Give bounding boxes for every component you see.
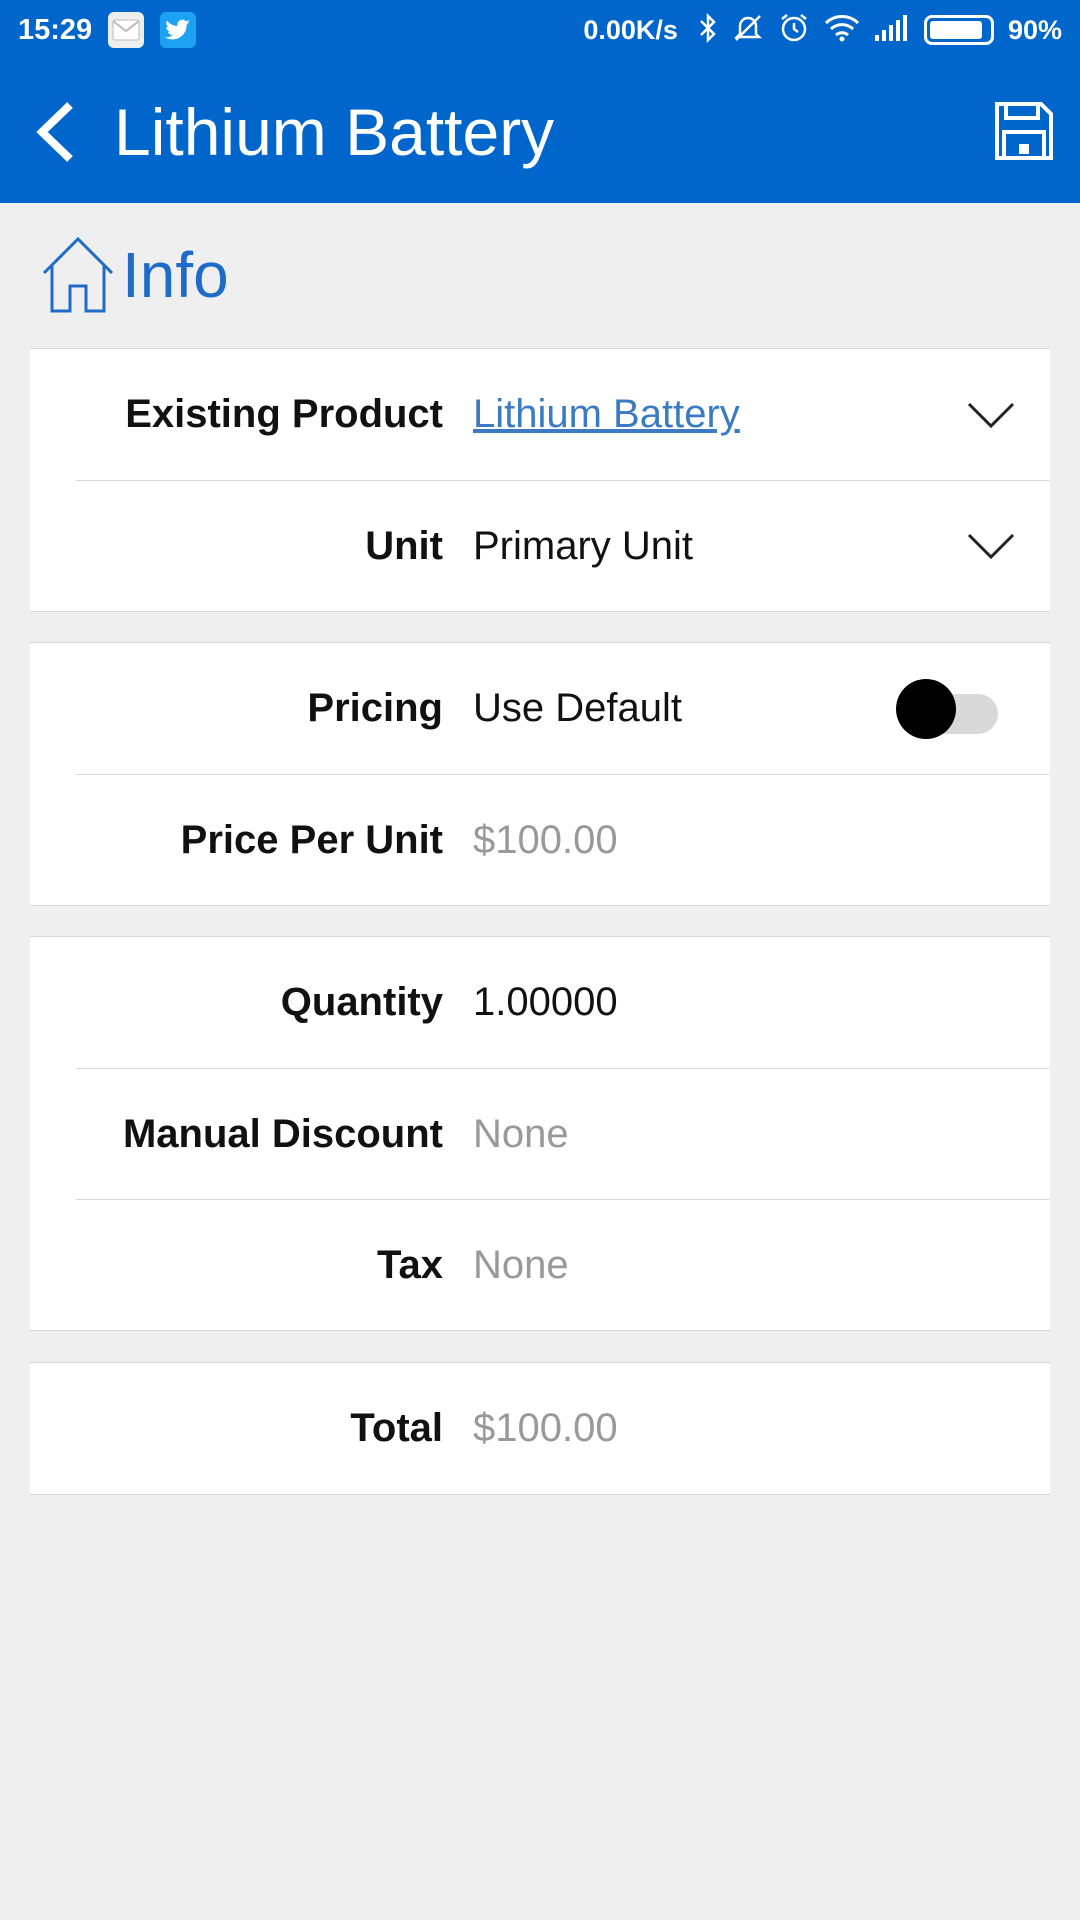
- quantity-row[interactable]: Quantity 1.00000: [30, 937, 1050, 1068]
- battery-fill: [929, 21, 983, 39]
- product-card: Existing Product Lithium Battery Unit Pr…: [30, 348, 1050, 612]
- mail-icon: [108, 12, 145, 48]
- manual-discount-field[interactable]: None: [473, 1112, 569, 1157]
- unit-row[interactable]: Unit Primary Unit: [76, 480, 1050, 611]
- manual-discount-row[interactable]: Manual Discount None: [76, 1068, 1050, 1199]
- twitter-icon: [160, 12, 197, 48]
- tax-row[interactable]: Tax None: [76, 1199, 1050, 1330]
- tax-label: Tax: [377, 1242, 443, 1287]
- total-value: $100.00: [473, 1406, 618, 1450]
- quantity-label: Quantity: [280, 980, 443, 1024]
- quantity-field[interactable]: 1.00000: [473, 980, 618, 1025]
- save-button[interactable]: [994, 101, 1054, 161]
- toggle-knob: [896, 678, 956, 739]
- alarm-icon: [778, 12, 810, 49]
- manual-discount-label: Manual Discount: [122, 1111, 443, 1156]
- price-per-unit-row[interactable]: Price Per Unit $100.00: [76, 774, 1050, 905]
- signal-icon: [874, 14, 910, 46]
- existing-product-label: Existing Product: [125, 392, 443, 436]
- page-title: Lithium Battery: [114, 94, 555, 169]
- use-default-toggle[interactable]: [896, 678, 1000, 739]
- app-header: Lithium Battery: [0, 60, 1080, 203]
- unit-label: Unit: [365, 523, 443, 568]
- save-icon: [995, 102, 1053, 160]
- mute-icon: [732, 12, 764, 49]
- pricing-card: Pricing Use Default Price Per Unit $100.…: [30, 642, 1050, 906]
- chevron-down-icon[interactable]: [966, 531, 1016, 561]
- status-time: 15:29: [18, 13, 93, 46]
- chevron-down-icon[interactable]: [966, 400, 1016, 430]
- chevron-left-icon: [36, 101, 73, 162]
- unit-value[interactable]: Primary Unit: [473, 524, 693, 569]
- total-label: Total: [350, 1406, 443, 1450]
- pricing-row: Pricing Use Default: [30, 643, 1050, 774]
- quantity-card: Quantity 1.00000 Manual Discount None Ta…: [30, 936, 1050, 1331]
- existing-product-row[interactable]: Existing Product Lithium Battery: [30, 349, 1050, 480]
- battery-icon: [923, 15, 994, 45]
- total-card: Total $100.00: [30, 1362, 1050, 1495]
- home-icon: [42, 236, 114, 313]
- battery-percentage: 90%: [1007, 14, 1062, 45]
- price-per-unit-label: Price Per Unit: [180, 817, 443, 862]
- network-speed: 0.00K/s: [583, 14, 678, 45]
- pricing-value: Use Default: [473, 686, 682, 730]
- tax-field[interactable]: None: [473, 1243, 569, 1288]
- existing-product-link[interactable]: Lithium Battery: [473, 392, 740, 437]
- wifi-icon: [824, 14, 860, 47]
- price-per-unit-field[interactable]: $100.00: [473, 818, 618, 863]
- back-button[interactable]: [0, 60, 110, 203]
- section-heading: Info: [40, 236, 229, 314]
- total-row: Total $100.00: [30, 1363, 1050, 1494]
- pricing-label: Pricing: [307, 686, 443, 730]
- status-bar: 15:29 0.00K/s 90%: [0, 0, 1080, 60]
- section-title: Info: [122, 239, 229, 311]
- bluetooth-icon: [698, 12, 718, 48]
